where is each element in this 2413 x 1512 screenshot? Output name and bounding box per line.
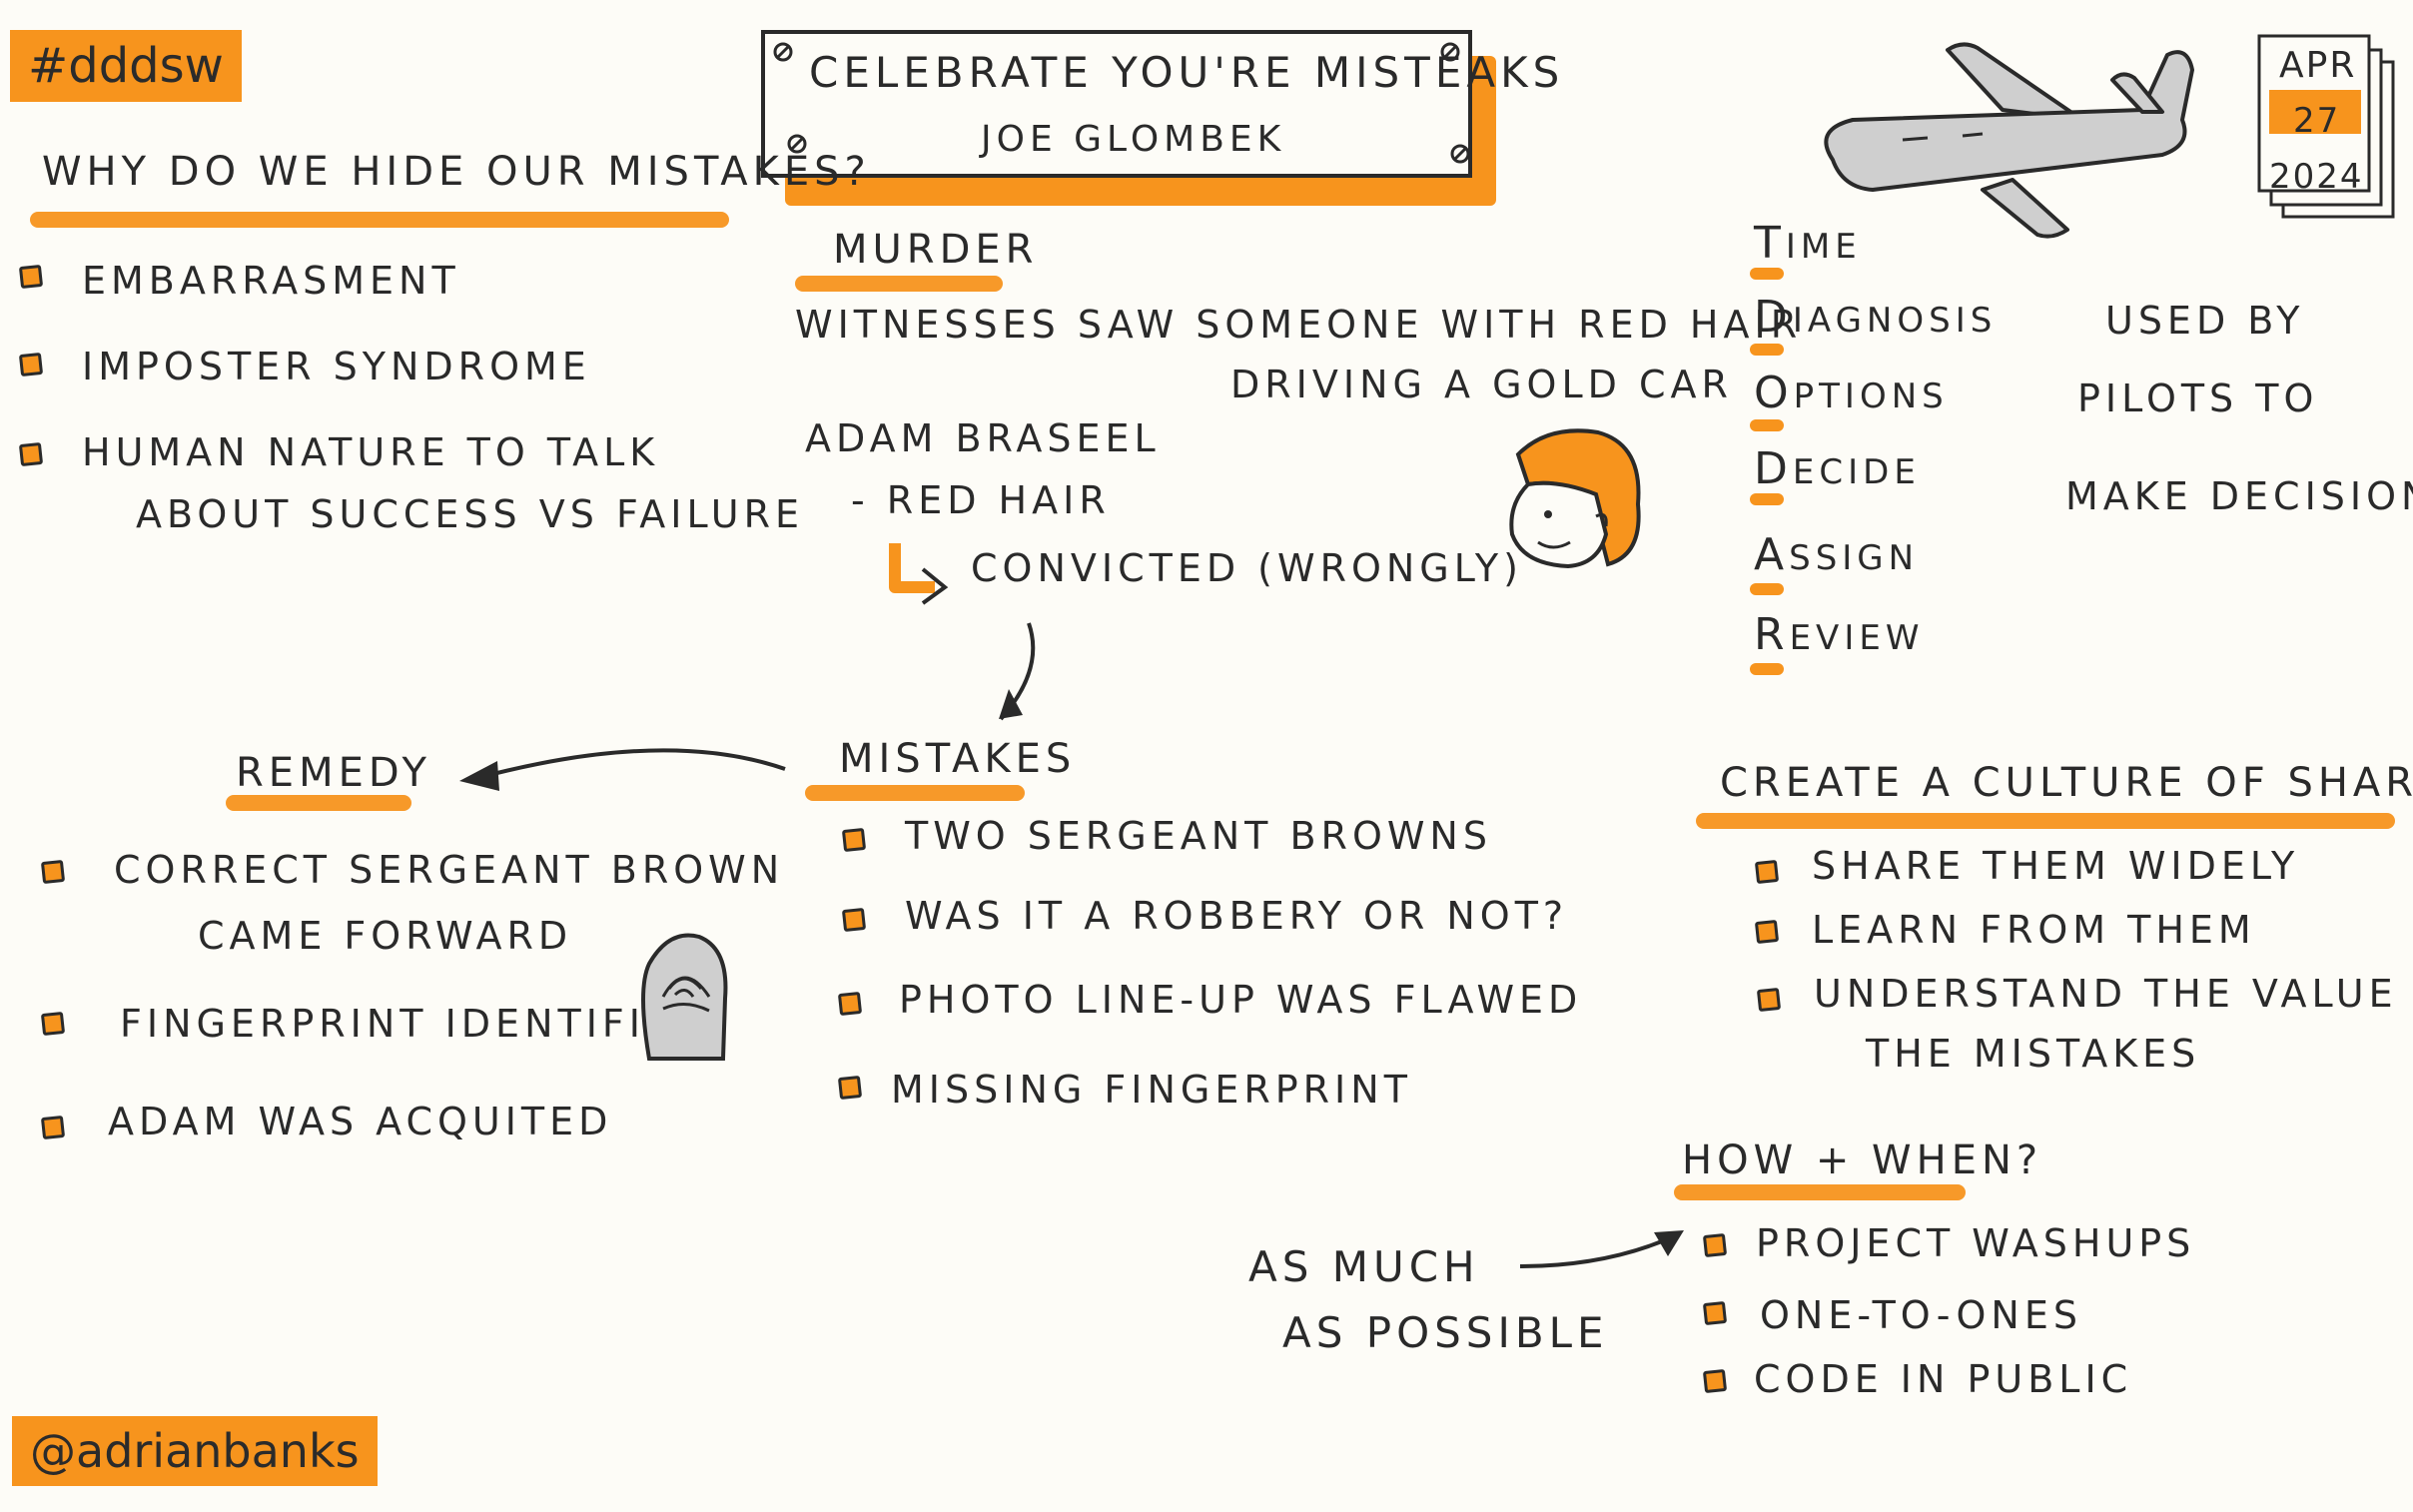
- culture-item: Share them widely: [1812, 844, 2300, 888]
- letter-highlight: [1750, 663, 1784, 675]
- why-hide-item: Imposter syndrome: [82, 345, 591, 388]
- todar-letter: Time: [1754, 218, 1862, 269]
- todar-note: make decisions: [2065, 474, 2413, 518]
- murder-underline: [795, 276, 1003, 292]
- letter-highlight: [1750, 268, 1784, 280]
- why-hide-item: Embarrasment: [82, 259, 460, 303]
- culture-underline: [1696, 813, 2395, 829]
- mistake-item: Missing fingerprint: [891, 1068, 1412, 1112]
- bullet: [1702, 1300, 1728, 1326]
- bullet: [18, 352, 44, 378]
- why-hide-item-continued: About success vs failure: [136, 492, 805, 536]
- witness-statement: Witnesses saw someone with red hair: [795, 303, 1803, 347]
- culture-item: Learn from them: [1812, 908, 2256, 952]
- arrow-icon: [459, 748, 786, 791]
- bullet: [1702, 1232, 1728, 1258]
- bullet: [40, 1115, 66, 1140]
- todar-letter: Assign: [1754, 529, 1920, 580]
- bullet: [1756, 987, 1782, 1013]
- bullet: [841, 827, 867, 853]
- how-when-item: Code in public: [1754, 1357, 2133, 1401]
- remedy-item: Fingerprint identified: [120, 1002, 709, 1046]
- remedy-underline: [226, 795, 411, 811]
- todar-letter: Decide: [1754, 443, 1921, 494]
- todar-note: Used by: [2105, 299, 2305, 343]
- talk-title: Celebrate You're Misteaks: [809, 48, 1565, 97]
- how-when-heading: How + When?: [1682, 1137, 2043, 1183]
- bullet: [1754, 919, 1780, 945]
- how-when-item: One-to-ones: [1760, 1293, 2082, 1337]
- letter-highlight: [1750, 583, 1784, 595]
- mistake-item: Was it a robbery or not?: [905, 894, 1569, 938]
- remedy-item-continued: came forward: [198, 914, 573, 958]
- bullet: [18, 441, 44, 467]
- calendar-year: 2024: [2269, 157, 2364, 197]
- calendar-day: 27: [2293, 101, 2341, 141]
- culture-item: Understand the value of: [1814, 972, 2413, 1016]
- todar-letter: Diagnosis: [1754, 292, 1998, 343]
- todar-letter: Options: [1754, 368, 1949, 418]
- letter-highlight: [1750, 419, 1784, 431]
- suspect-name: Adam Braseel: [805, 416, 1161, 460]
- mistakes-heading: Mistakes: [839, 736, 1077, 782]
- todar-note: pilots to: [2077, 377, 2319, 420]
- bullet: [1702, 1368, 1728, 1394]
- bullet: [40, 1011, 66, 1037]
- todar-letter: Review: [1754, 609, 1925, 660]
- arrow-icon: [889, 543, 949, 605]
- frequency-text-continued: as possible: [1282, 1308, 1609, 1357]
- author-handle: @adrianbanks: [12, 1416, 378, 1486]
- mistake-item: Two Sergeant Browns: [905, 814, 1492, 858]
- why-hide-underline: [30, 212, 729, 228]
- conviction-outcome: convicted (wrongly): [971, 546, 1523, 590]
- culture-heading: Create a culture of sharing: [1720, 760, 2413, 806]
- bullet: [841, 907, 867, 933]
- why-hide-item: Human nature to talk: [82, 430, 660, 474]
- frequency-text: As much: [1248, 1242, 1480, 1291]
- remedy-item: Correct Sergeant Brown: [114, 848, 785, 892]
- arrow-icon: [1519, 1230, 1684, 1268]
- remedy-item: Adam was acquited: [108, 1100, 613, 1143]
- witness-statement-continued: driving a gold car: [1230, 363, 1733, 406]
- mistakes-underline: [805, 785, 1025, 801]
- bullet: [40, 859, 66, 885]
- fingerprint-icon: [641, 933, 728, 1061]
- bullet: [18, 264, 44, 290]
- how-when-item: Project washups: [1756, 1221, 2196, 1265]
- suspect-trait: - red hair: [851, 478, 1111, 522]
- murder-heading: Murder: [833, 227, 1039, 273]
- bullet: [837, 991, 863, 1017]
- airplane-icon: [1824, 42, 2194, 239]
- letter-highlight: [1750, 493, 1784, 505]
- speaker-name: Joe Glombek: [981, 119, 1286, 160]
- culture-item-continued: the mistakes: [1866, 1032, 2201, 1076]
- how-when-underline: [1674, 1184, 1966, 1200]
- red-haired-face-icon: [1509, 428, 1641, 569]
- calendar-month: APR: [2279, 45, 2357, 86]
- bullet: [1754, 859, 1780, 885]
- arrow-icon: [999, 622, 1036, 721]
- bullet: [837, 1075, 863, 1101]
- remedy-heading: Remedy: [236, 750, 431, 796]
- hashtag-label: #dddsw: [10, 30, 242, 102]
- letter-highlight: [1750, 344, 1784, 356]
- mistake-item: Photo line-up was flawed: [899, 978, 1583, 1022]
- why-hide-heading: Why do we hide our mistakes?: [42, 149, 871, 195]
